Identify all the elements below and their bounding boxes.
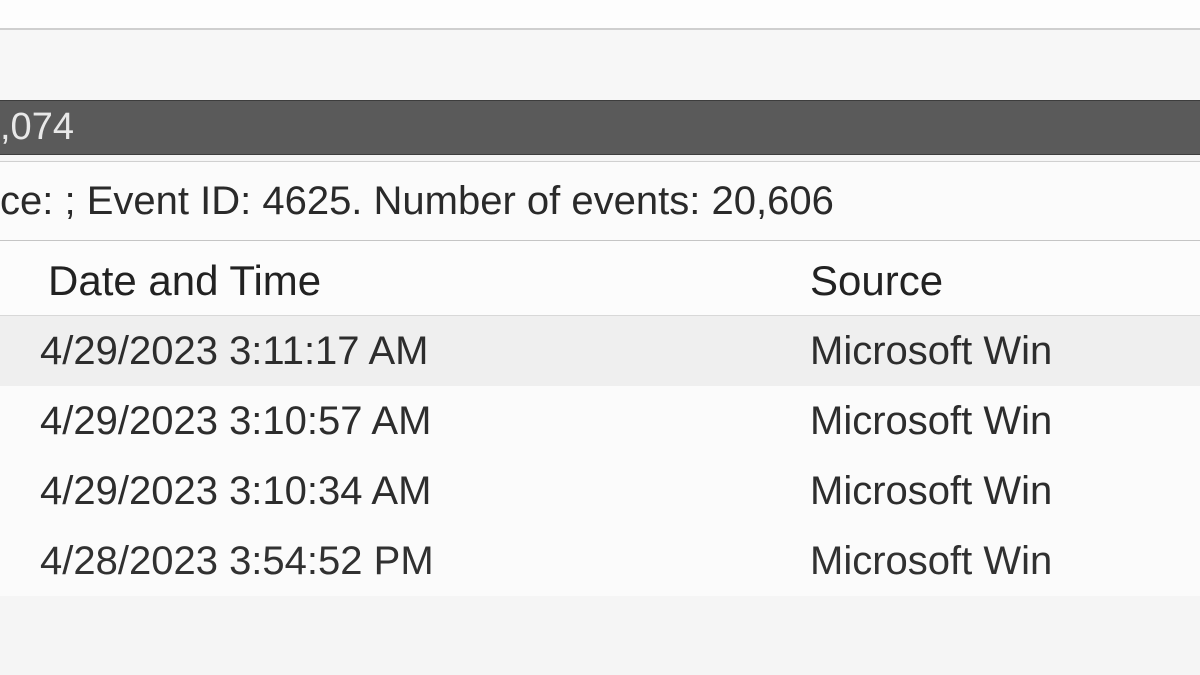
cell-source: Microsoft Win	[810, 469, 1200, 514]
column-header-date-label: Date and Time	[48, 257, 321, 304]
table-body: 4/29/2023 3:11:17 AM Microsoft Win 4/29/…	[0, 316, 1200, 596]
event-count-bar: ,074	[0, 100, 1200, 155]
cell-date: 4/29/2023 3:10:57 AM	[0, 399, 810, 444]
column-header-source-label: Source	[810, 257, 943, 304]
event-count-partial: ,074	[0, 106, 74, 149]
filter-info-wrap: ce: ; Event ID: 4625. Number of events: …	[0, 161, 1200, 241]
column-header-date[interactable]: Date and Time	[0, 257, 810, 305]
filter-info-text: ce: ; Event ID: 4625. Number of events: …	[0, 179, 834, 224]
spacer	[0, 30, 1200, 100]
filter-info: ce: ; Event ID: 4625. Number of events: …	[0, 162, 1200, 240]
table-header: Date and Time Source	[0, 241, 1200, 316]
table-row[interactable]: 4/29/2023 3:10:34 AM Microsoft Win	[0, 456, 1200, 526]
top-border	[0, 0, 1200, 30]
table-row[interactable]: 4/29/2023 3:11:17 AM Microsoft Win	[0, 316, 1200, 386]
cell-source: Microsoft Win	[810, 539, 1200, 584]
cell-source: Microsoft Win	[810, 329, 1200, 374]
table-row[interactable]: 4/29/2023 3:10:57 AM Microsoft Win	[0, 386, 1200, 456]
table-row[interactable]: 4/28/2023 3:54:52 PM Microsoft Win	[0, 526, 1200, 596]
cell-date: 4/29/2023 3:10:34 AM	[0, 469, 810, 514]
column-header-source[interactable]: Source	[810, 257, 1200, 305]
cell-date: 4/28/2023 3:54:52 PM	[0, 539, 810, 584]
cell-date: 4/29/2023 3:11:17 AM	[0, 329, 810, 374]
cell-source: Microsoft Win	[810, 399, 1200, 444]
